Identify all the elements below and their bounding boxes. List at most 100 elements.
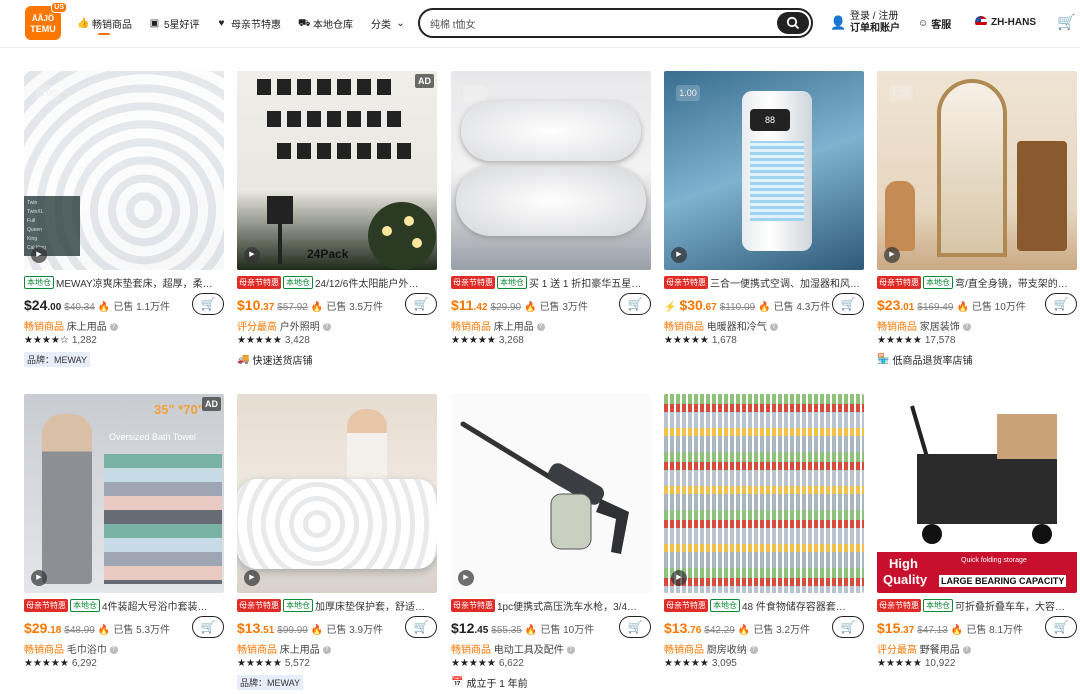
category-line: 畅销商品 床上用品 ? [24, 318, 118, 333]
play-icon[interactable]: ▶ [671, 570, 687, 586]
add-to-cart-button[interactable]: 🛒 [192, 616, 224, 638]
brand-badge[interactable]: 品牌：MEWAY [24, 352, 90, 367]
product-card[interactable]: 1.00 母亲节特惠 本地仓买 1 送 1 折扣豪华五星… $11.42 $29.9… [451, 71, 651, 371]
title-line: 母亲节特惠 三合一便携式空调、加湿器和风… [664, 275, 864, 289]
info-icon[interactable]: ? [536, 323, 545, 332]
product-title[interactable]: 三合一便携式空调、加湿器和风… [710, 275, 860, 290]
play-icon[interactable]: ▶ [31, 570, 47, 586]
sold-count: 已售 3.9万件 [326, 625, 384, 636]
promo-tag: 母亲节特惠 [664, 275, 708, 289]
local-tag: 本地仓 [923, 598, 953, 612]
review-count: 3,428 [284, 335, 310, 346]
nav-five-star[interactable]: ▣ 5星好评 [149, 16, 200, 31]
add-to-cart-button[interactable]: 🛒 [1045, 293, 1077, 315]
add-to-cart-button[interactable]: 🛒 [619, 293, 651, 315]
product-card[interactable]: ▶ 母亲节特惠 1pc便携式高压洗车水枪，3/4… $12.45 $55.35 🔥 已售… [451, 394, 651, 694]
price-line: ⚡ $30.67 $110.09 🔥 已售 4.3万件 [664, 297, 830, 313]
nav-label: 分类 [371, 20, 391, 31]
customer-service[interactable]: ☺ 客服 [918, 16, 951, 31]
product-card[interactable]: ▶ 母亲节特惠 本地仓 加厚床垫保护套，舒适… $13.51 $99.99 🔥 已售 3.… [237, 394, 437, 694]
play-icon[interactable]: ▶ [671, 247, 687, 263]
info-icon[interactable]: ? [109, 646, 118, 655]
nav-local-warehouse[interactable]: ⛟ 本地仓库 [298, 16, 353, 31]
product-image[interactable]: ▶ [664, 394, 864, 593]
product-image[interactable]: 35" *70" Oversized Bath Towel AD ▶ [24, 394, 224, 593]
product-title[interactable]: 4件装超大号浴巾套装… [102, 598, 208, 613]
add-to-cart-button[interactable]: 🛒 [832, 616, 864, 638]
product-title[interactable]: MEWAY凉爽床垫套床，超厚，柔… [56, 275, 213, 290]
add-to-cart-button[interactable]: 🛒 [405, 293, 437, 315]
brand-badge[interactable]: 品牌：MEWAY [237, 675, 303, 690]
cart-icon[interactable]: 🛒 [1057, 13, 1076, 31]
product-title[interactable]: 24/12/6件太阳能户外… [315, 275, 418, 290]
play-icon[interactable]: ▶ [884, 247, 900, 263]
price-line: $13.51 $99.99 🔥 已售 3.9万件 [237, 620, 383, 636]
region-badge: US [51, 2, 67, 13]
flame-icon: 🔥 [97, 302, 111, 313]
product-image[interactable]: TwinTwinXLFullQueenKingCal King 1.00 ▶ [24, 71, 224, 270]
add-to-cart-button[interactable]: 🛒 [405, 616, 437, 638]
add-to-cart-button[interactable]: 🛒 [1045, 616, 1077, 638]
info-icon[interactable]: ? [322, 323, 331, 332]
review-count: 6,292 [71, 658, 97, 669]
product-image[interactable]: ▶ [451, 394, 651, 593]
pack-label: 24Pack [307, 247, 349, 261]
price: $13.51 [237, 620, 275, 636]
add-to-cart-button[interactable]: 🛒 [192, 293, 224, 315]
product-image[interactable]: ▶ [237, 394, 437, 593]
product-title[interactable]: 1pc便携式高压洗车水枪，3/4… [497, 598, 637, 613]
info-icon[interactable]: ? [962, 646, 971, 655]
product-title[interactable]: 加厚床垫保护套，舒适… [315, 598, 425, 613]
title-line: 母亲节特惠 本地仓 48 件食物储存容器套… [664, 598, 864, 612]
product-image[interactable]: 24Pack AD ▶ [237, 71, 437, 270]
product-image[interactable]: 1.00 [451, 71, 651, 270]
info-icon[interactable]: ? [322, 646, 331, 655]
add-to-cart-button[interactable]: 🛒 [832, 293, 864, 315]
play-icon[interactable]: ▶ [31, 247, 47, 263]
local-tag: 本地仓 [283, 275, 313, 289]
product-card[interactable]: 88 1.00 ▶ 母亲节特惠 三合一便携式空调、加湿器和风… ⚡ $30.67 $1… [664, 71, 864, 371]
product-card[interactable]: TwinTwinXLFullQueenKingCal King 1.00 ▶ 本… [24, 71, 224, 371]
play-icon[interactable]: ▶ [244, 570, 260, 586]
product-card[interactable]: 1.00 ▶ 母亲节特惠 本地仓 弯/直全身镜，带支架的… $23.01 $169.4… [877, 71, 1077, 371]
product-card[interactable]: High Quality Quick folding storage LARGE… [877, 394, 1077, 694]
info-icon[interactable]: ? [769, 323, 778, 332]
nav-mothers-day[interactable]: ♥ 母亲节特惠 [216, 16, 281, 31]
original-price: $55.35 [491, 625, 522, 636]
product-card[interactable]: 24Pack AD ▶ 母亲节特惠 本地仓 24/12/6件太阳能户外… $10.3… [237, 71, 437, 371]
nav-best-sellers[interactable]: 👍 畅销商品 [77, 16, 132, 31]
play-icon[interactable]: ▶ [244, 247, 260, 263]
title-line: 母亲节特惠 本地仓 加厚床垫保护套，舒适… [237, 598, 437, 612]
product-title[interactable]: 买 1 送 1 折扣豪华五星… [529, 275, 641, 290]
product-title[interactable]: 可折叠折叠车车，大容… [955, 598, 1065, 613]
price-line: $24.00 $40.34 🔥 已售 1.1万件 [24, 297, 170, 313]
product-card[interactable]: ▶ 母亲节特惠 本地仓 48 件食物储存容器套… $13.76 $42.29 🔥 已售 3… [664, 394, 864, 694]
info-icon[interactable]: ? [749, 646, 758, 655]
review-count: 1,678 [711, 335, 737, 346]
product-image[interactable]: High Quality Quick folding storage LARGE… [877, 394, 1077, 593]
product-card[interactable]: 35" *70" Oversized Bath Towel AD ▶ 母亲节特惠… [24, 394, 224, 694]
title-line: 母亲节特惠 本地仓 可折叠折叠车车，大容… [877, 598, 1077, 612]
flame-icon: 🔥 [310, 302, 324, 313]
temu-logo[interactable]: ÄÃJÖ TEMU US [25, 2, 67, 40]
thumbs-up-icon: 👍 [77, 18, 90, 29]
info-icon[interactable]: ? [962, 323, 971, 332]
add-to-cart-button[interactable]: 🛒 [619, 616, 651, 638]
flame-icon: 🔥 [97, 625, 111, 636]
product-image[interactable]: 88 1.00 ▶ [664, 71, 864, 270]
language-label: ZH-HANS [991, 16, 1036, 28]
info-icon[interactable]: ? [109, 323, 118, 332]
store-badge: 📅 成立于 1 年前 [451, 675, 528, 690]
info-icon[interactable]: ? [566, 646, 575, 655]
language-selector[interactable]: ZH-HANS [975, 16, 1036, 28]
product-title[interactable]: 48 件食物储存容器套… [742, 598, 846, 613]
price-line: $15.37 $47.13 🔥 已售 8.1万件 [877, 620, 1023, 636]
rating-line: ★★★★★ 1,678 [664, 335, 737, 346]
quality-label: Quality [883, 572, 928, 587]
search-input[interactable] [430, 15, 760, 31]
product-image[interactable]: 1.00 ▶ [877, 71, 1077, 270]
search-button[interactable] [777, 12, 809, 34]
product-title[interactable]: 弯/直全身镜，带支架的… [955, 275, 1068, 290]
play-icon[interactable]: ▶ [458, 570, 474, 586]
nav-categories[interactable]: 分类 ⌄ [371, 16, 406, 31]
